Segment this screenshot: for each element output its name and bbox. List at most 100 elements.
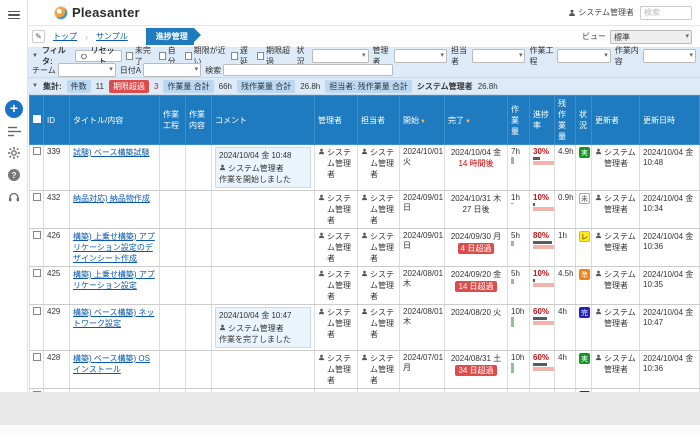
owner-filter-select[interactable] xyxy=(472,49,525,63)
issue-title-link[interactable]: 構築) ベース構築) ネットワーク設定 xyxy=(73,308,154,328)
cell-remaining: 4.5h xyxy=(555,267,576,305)
column-header[interactable]: 進捗率 xyxy=(530,96,555,145)
cell-process xyxy=(160,351,186,389)
column-header[interactable]: 更新者 xyxy=(592,96,640,145)
user-chip: システム管理者 xyxy=(219,163,284,174)
cell-id: 425 xyxy=(44,267,70,305)
current-user-name: システム管理者 xyxy=(578,7,634,18)
reset-icon xyxy=(81,53,87,60)
column-header[interactable]: ID xyxy=(44,96,70,145)
select-all-checkbox[interactable] xyxy=(33,115,41,123)
content-filter-label: 作業内容 xyxy=(615,45,641,67)
row-checkbox[interactable] xyxy=(33,269,41,277)
comment-box: 2024/10/04 金 10:47システム管理者作業を完了しました xyxy=(215,307,311,348)
global-search-input[interactable] xyxy=(640,6,692,20)
row-checkbox[interactable] xyxy=(33,231,41,239)
cell-manager: システム管理者 xyxy=(315,305,358,351)
current-user[interactable]: システム管理者 xyxy=(568,7,634,18)
manager-filter-select[interactable] xyxy=(394,49,447,63)
issue-title-link[interactable]: 納品対応) 納品物作成 xyxy=(73,194,150,203)
column-header[interactable]: 管理者 xyxy=(315,96,358,145)
page-background xyxy=(0,425,700,433)
column-header[interactable]: 作業内容 xyxy=(186,96,212,145)
user-icon xyxy=(361,148,368,155)
user-icon xyxy=(318,232,325,239)
breadcrumb-top[interactable]: トップ xyxy=(53,31,77,42)
cell-process xyxy=(160,229,186,267)
row-checkbox[interactable] xyxy=(33,307,41,315)
menu-icon[interactable] xyxy=(0,4,28,26)
cell-status: 実 xyxy=(576,351,592,389)
collapse-triangle-icon[interactable]: ▼ xyxy=(32,53,38,59)
process-filter-select[interactable] xyxy=(557,49,610,63)
cell-content xyxy=(186,229,212,267)
progress-bar xyxy=(533,317,557,325)
column-header[interactable]: 完了▼ xyxy=(445,96,508,145)
user-chip: システム管理者 xyxy=(361,307,396,340)
work-bar xyxy=(511,203,514,204)
cell-owner: システム管理者 xyxy=(358,351,400,389)
due-note: 34 日超過 xyxy=(455,365,496,376)
app-window: + ? Pleasanter システム管理者 ✎ トップ › xyxy=(0,0,700,433)
cell-status: 完 xyxy=(576,305,592,351)
user-chip: システム管理者 xyxy=(361,353,396,386)
column-header[interactable]: コメント xyxy=(212,96,315,145)
issue-title-link[interactable]: 構築) 上乗せ構築) アプリケーション設定 xyxy=(73,270,155,290)
date-filter-select[interactable] xyxy=(143,63,201,77)
column-header[interactable]: タイトル/内容 xyxy=(70,96,160,145)
cell-remaining: 4h xyxy=(555,351,576,389)
cell-start: 2024/09/01 日 xyxy=(400,229,445,267)
issue-title-link[interactable]: 試験) ベース構築試験 xyxy=(73,148,150,157)
aggregate-bar: ▼ 集計: 件数 11 期限超過 3 作業量 合計 66h 残作業量 合計 26… xyxy=(28,78,700,95)
row-checkbox[interactable] xyxy=(33,147,41,155)
status-filter-select[interactable] xyxy=(312,49,368,63)
pleasanter-logo[interactable]: Pleasanter xyxy=(54,5,140,20)
cell-title: 納品対応) 納品物作成 xyxy=(70,191,160,229)
issue-row: 425構築) 上乗せ構築) アプリケーション設定システム管理者システム管理者20… xyxy=(30,267,700,305)
cell-owner: システム管理者 xyxy=(358,145,400,191)
remaining-total-badge: 残作業量 合計 xyxy=(237,80,295,93)
team-filter-select[interactable] xyxy=(58,63,116,77)
row-checkbox[interactable] xyxy=(33,193,41,201)
owner-remaining-badge: 担当者: 残作業量 合計 xyxy=(325,80,412,93)
comment-date: 2024/10/04 金 10:48 xyxy=(219,150,307,161)
issue-row: 428構築) ベース構築) OSインストールシステム管理者システム管理者2024… xyxy=(30,351,700,389)
new-item-icon[interactable]: + xyxy=(0,98,28,120)
user-icon xyxy=(219,164,226,171)
column-header[interactable]: 状況 xyxy=(576,96,592,145)
row-checkbox[interactable] xyxy=(33,353,41,361)
support-headset-icon[interactable] xyxy=(0,186,28,208)
view-select[interactable]: 標準 xyxy=(610,30,692,44)
breadcrumb-sample[interactable]: サンプル xyxy=(96,31,128,42)
settings-gear-icon[interactable] xyxy=(0,142,28,164)
user-icon xyxy=(595,194,602,201)
cell-start: 2024/09/01 日 xyxy=(400,191,445,229)
column-header[interactable]: 担当者 xyxy=(358,96,400,145)
cell-progress: 10% xyxy=(530,191,555,229)
work-total-badge: 作業量 合計 xyxy=(163,80,213,93)
cell-content xyxy=(186,145,212,191)
help-icon[interactable]: ? xyxy=(0,164,28,186)
cell-progress: 10% xyxy=(530,267,555,305)
column-header[interactable]: 作業工程 xyxy=(160,96,186,145)
issue-title-link[interactable]: 構築) ベース構築) OSインストール xyxy=(73,354,150,374)
collapse-triangle-icon[interactable]: ▼ xyxy=(32,83,38,89)
edit-pencil-icon[interactable]: ✎ xyxy=(32,30,45,43)
content-filter-select[interactable] xyxy=(643,49,696,63)
filter-reset-button[interactable]: リセット xyxy=(75,50,122,62)
column-header[interactable]: 残作業量 xyxy=(555,96,576,145)
user-icon xyxy=(318,194,325,201)
select-all-header[interactable] xyxy=(30,96,44,145)
overdue-badge: 期限超過 xyxy=(109,80,149,93)
column-header[interactable]: 開始▼ xyxy=(400,96,445,145)
cell-work: 5h xyxy=(508,229,530,267)
status-badge: 実 xyxy=(579,353,590,364)
user-icon xyxy=(361,354,368,361)
issue-row: 339試験) ベース構築試験2024/10/04 金 10:48システム管理者作… xyxy=(30,145,700,191)
issue-title-link[interactable]: 構築) 上乗せ構築) アプリケーション設定のデザインシート作成 xyxy=(73,232,155,263)
cell-due: 2024/08/20 火 xyxy=(445,305,508,351)
column-header[interactable]: 更新日時 xyxy=(640,96,700,145)
filter-search-input[interactable] xyxy=(223,64,393,76)
column-header[interactable]: 作業量 xyxy=(508,96,530,145)
list-icon[interactable] xyxy=(0,120,28,142)
